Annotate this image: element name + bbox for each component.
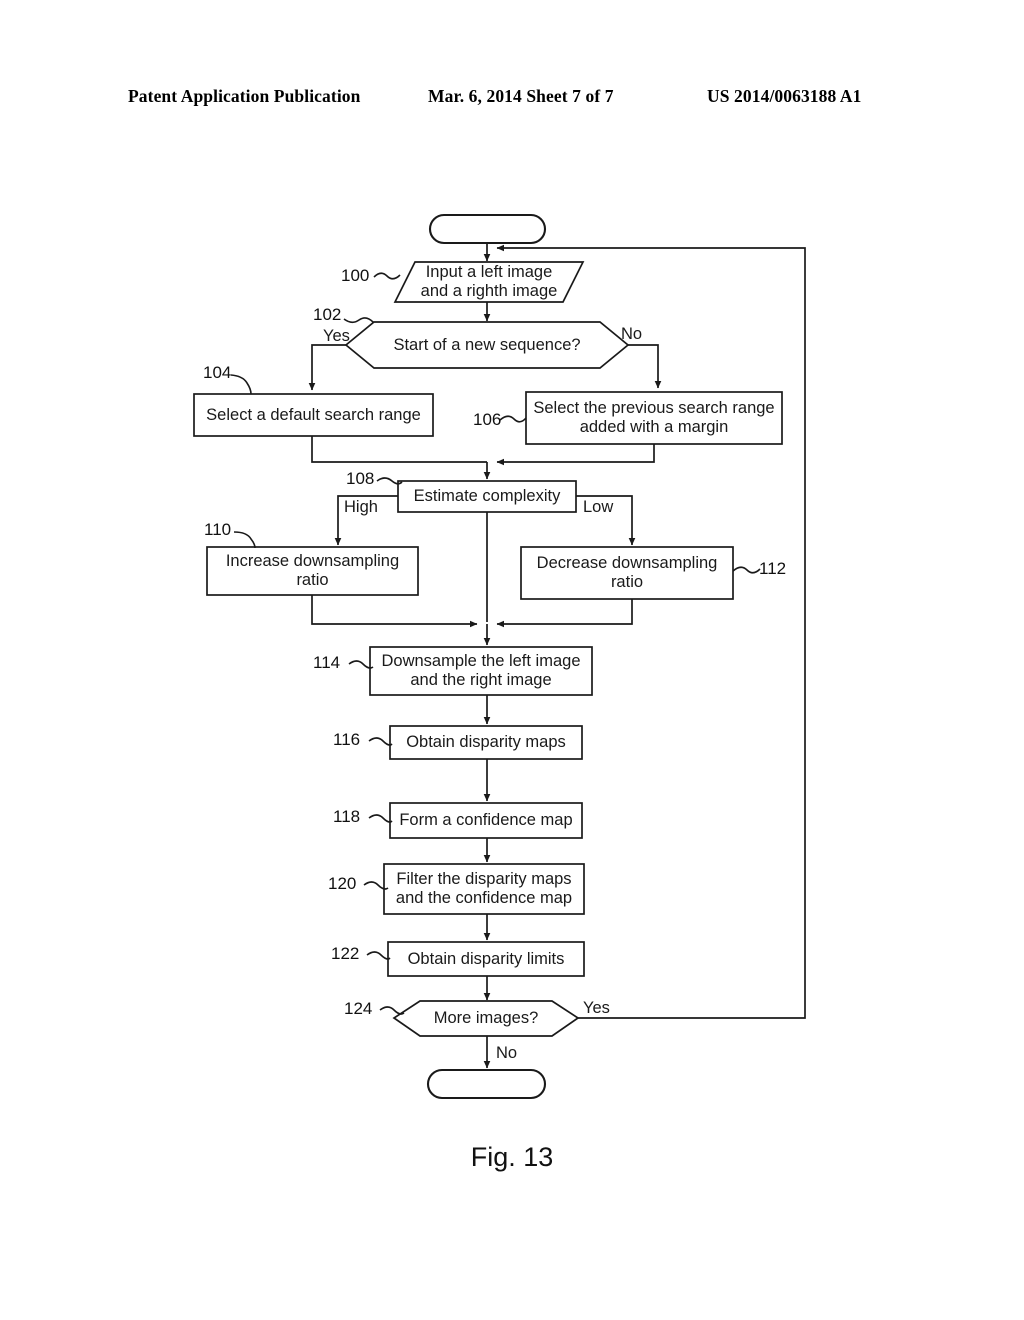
node-112-shape: [520, 546, 734, 600]
flowchart-figure: Input a left image and a righth image St…: [0, 0, 1024, 1320]
node-120-shape: [383, 863, 585, 915]
figure-caption: Fig. 13: [470, 1142, 554, 1172]
node-118-shape: [389, 802, 583, 839]
ref-number-104: 104: [203, 363, 232, 382]
ref-number-102: 102: [313, 305, 342, 324]
start-terminator-shape: [428, 213, 547, 245]
node-100-shape: [393, 261, 585, 303]
node-110-shape: [206, 546, 419, 596]
node-124-shape: [392, 1000, 580, 1037]
ref-number-116: 116: [333, 730, 361, 749]
ref-number-106: 106: [473, 410, 502, 429]
branch-label-low-108: Low: [583, 498, 614, 516]
node-114-shape: [369, 646, 593, 696]
ref-number-122: 122: [331, 944, 360, 963]
branch-label-yes-102: Yes: [323, 327, 350, 345]
end-terminator-shape: [426, 1068, 547, 1100]
node-122-shape: [387, 941, 585, 977]
branch-label-no-102: No: [621, 325, 643, 343]
branch-label-high-108: High: [344, 498, 378, 516]
node-116-shape: [389, 725, 583, 760]
ref-number-110: 110: [204, 520, 232, 539]
node-106-shape: [525, 391, 783, 445]
node-104-shape: [193, 393, 434, 437]
ref-number-120: 120: [328, 874, 357, 893]
node-102-shape: [344, 321, 630, 369]
branch-label-no-124: No: [496, 1044, 518, 1062]
ref-number-112: 112: [759, 559, 787, 578]
ref-number-124: 124: [344, 999, 373, 1018]
ref-number-100: 100: [341, 266, 370, 285]
ref-number-108: 108: [346, 469, 375, 488]
ref-number-114: 114: [313, 653, 341, 672]
flowchart-svg: [193, 213, 806, 1100]
ref-number-118: 118: [333, 807, 361, 826]
node-108-shape: [397, 480, 577, 513]
branch-label-yes-124: Yes: [583, 999, 610, 1017]
